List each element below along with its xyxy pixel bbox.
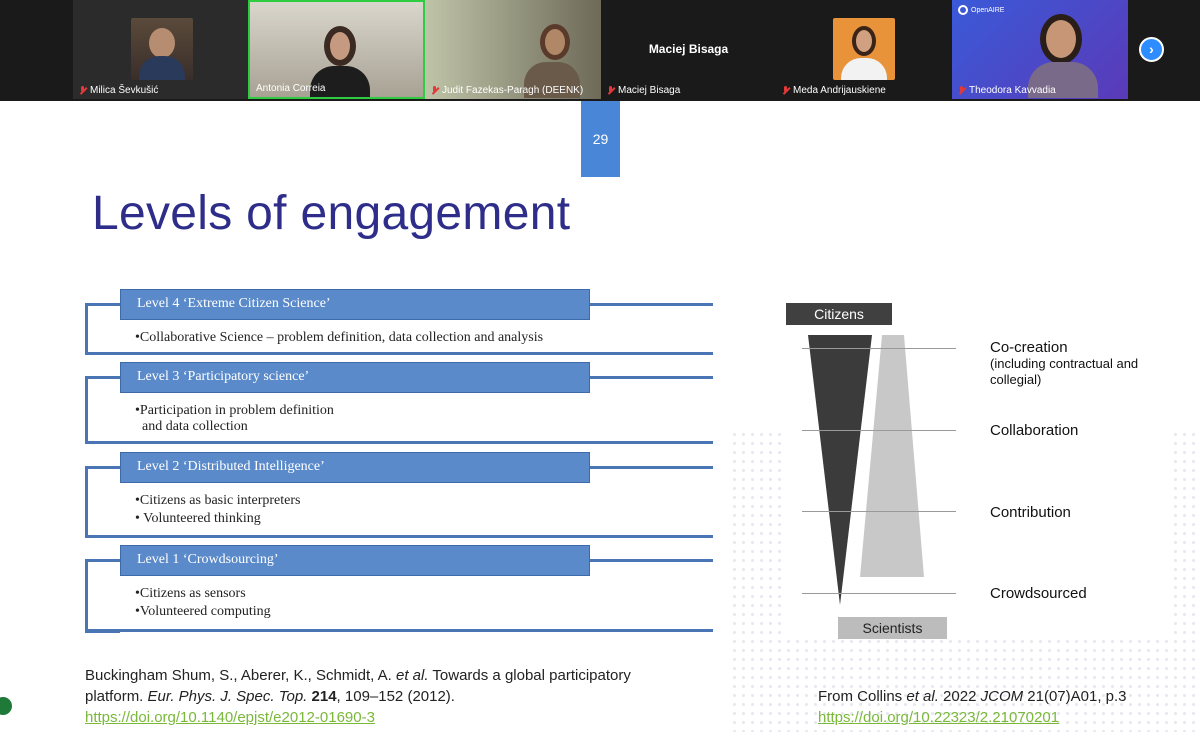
stage-divider: [802, 348, 956, 349]
participant-name: Milica Ševkušić: [90, 85, 159, 96]
next-participants-button[interactable]: ›: [1139, 37, 1164, 62]
muted-mic-icon: [782, 86, 789, 95]
citizens-label: Citizens: [786, 303, 892, 325]
level-1-block: Level 1 ‘Crowdsourcing’ •Citizens as sen…: [85, 545, 713, 633]
level-bullet: •Collaborative Science – problem definit…: [135, 330, 544, 345]
level-header: Level 4 ‘Extreme Citizen Science’: [120, 289, 590, 320]
scientists-label: Scientists: [838, 617, 947, 639]
level-bullet: •Participation in problem definition: [135, 403, 334, 418]
participant-name: Meda Andrijauskiene: [793, 85, 886, 96]
stage-divider: [802, 593, 956, 594]
participant-name: Judit Fazekas-Paragh (DEENK): [442, 85, 584, 96]
participant-tile[interactable]: OpenAIRE Theodora Kavvadia: [952, 0, 1128, 99]
chevron-right-icon: ›: [1149, 41, 1154, 57]
level-header: Level 2 ‘Distributed Intelligence’: [120, 452, 590, 483]
participant-tile[interactable]: Maciej Bisaga Maciej Bisaga: [601, 0, 776, 99]
stage-detail: (including contractual and collegial): [990, 356, 1139, 387]
stage-divider: [802, 511, 956, 512]
muted-mic-icon: [431, 86, 438, 95]
participant-name: Theodora Kavvadia: [969, 85, 1056, 96]
doi-link-left[interactable]: https://doi.org/10.1140/epjst/e2012-0169…: [85, 709, 375, 726]
muted-mic-icon: [79, 86, 86, 95]
funnel-triangles: [808, 335, 924, 605]
scientists-triangle: [860, 335, 924, 577]
muted-mic-icon: [958, 86, 965, 95]
stage-divider: [802, 430, 956, 431]
reference-left: Buckingham Shum, S., Aberer, K., Schmidt…: [85, 667, 631, 726]
level-2-block: Level 2 ‘Distributed Intelligence’ •Citi…: [85, 452, 713, 540]
openaire-logo: OpenAIRE: [958, 5, 1004, 15]
participant-strip: Milica Ševkušić Antonia Correia Judit Fa…: [0, 0, 1200, 101]
participant-name: Maciej Bisaga: [618, 85, 681, 96]
level-bullet: •Citizens as basic interpreters: [135, 493, 301, 508]
video-feed: [131, 18, 193, 80]
stage-contribution: Contribution: [990, 504, 1071, 521]
participant-tile[interactable]: Meda Andrijauskiene: [776, 0, 952, 99]
stage-collaboration: Collaboration: [990, 422, 1079, 439]
level-bullet: and data collection: [135, 419, 248, 434]
level-3-block: Level 3 ‘Participatory science’ •Partici…: [85, 362, 713, 446]
stage-co-creation: Co-creation (including contractual and c…: [990, 339, 1170, 388]
participant-tile[interactable]: Judit Fazekas-Paragh (DEENK): [425, 0, 601, 99]
muted-mic-icon: [607, 86, 614, 95]
slide-title: Levels of engagement: [92, 187, 571, 240]
level-4-block: Level 4 ‘Extreme Citizen Science’ •Colla…: [85, 289, 713, 357]
video-feed: [833, 18, 895, 80]
level-header: Level 3 ‘Participatory science’: [120, 362, 590, 393]
reference-right: From Collins et al. 2022 JCOM 21(07)A01,…: [818, 688, 1127, 726]
participant-name: Antonia Correia: [256, 83, 326, 94]
participant-tile-active[interactable]: Antonia Correia: [248, 0, 425, 99]
level-header: Level 1 ‘Crowdsourcing’: [120, 545, 590, 576]
participant-header-name: Maciej Bisaga: [648, 42, 729, 56]
annotate-icon[interactable]: [0, 695, 14, 717]
level-bullet: •Volunteered computing: [135, 604, 271, 619]
level-bullet: • Volunteered thinking: [135, 511, 261, 526]
participant-tile[interactable]: Milica Ševkušić: [73, 0, 248, 99]
level-bullet: •Citizens as sensors: [135, 586, 246, 601]
slide-number: 29: [581, 101, 620, 177]
doi-link-right[interactable]: https://doi.org/10.22323/2.21070201: [818, 709, 1059, 726]
stage-crowdsourced: Crowdsourced: [990, 585, 1087, 602]
